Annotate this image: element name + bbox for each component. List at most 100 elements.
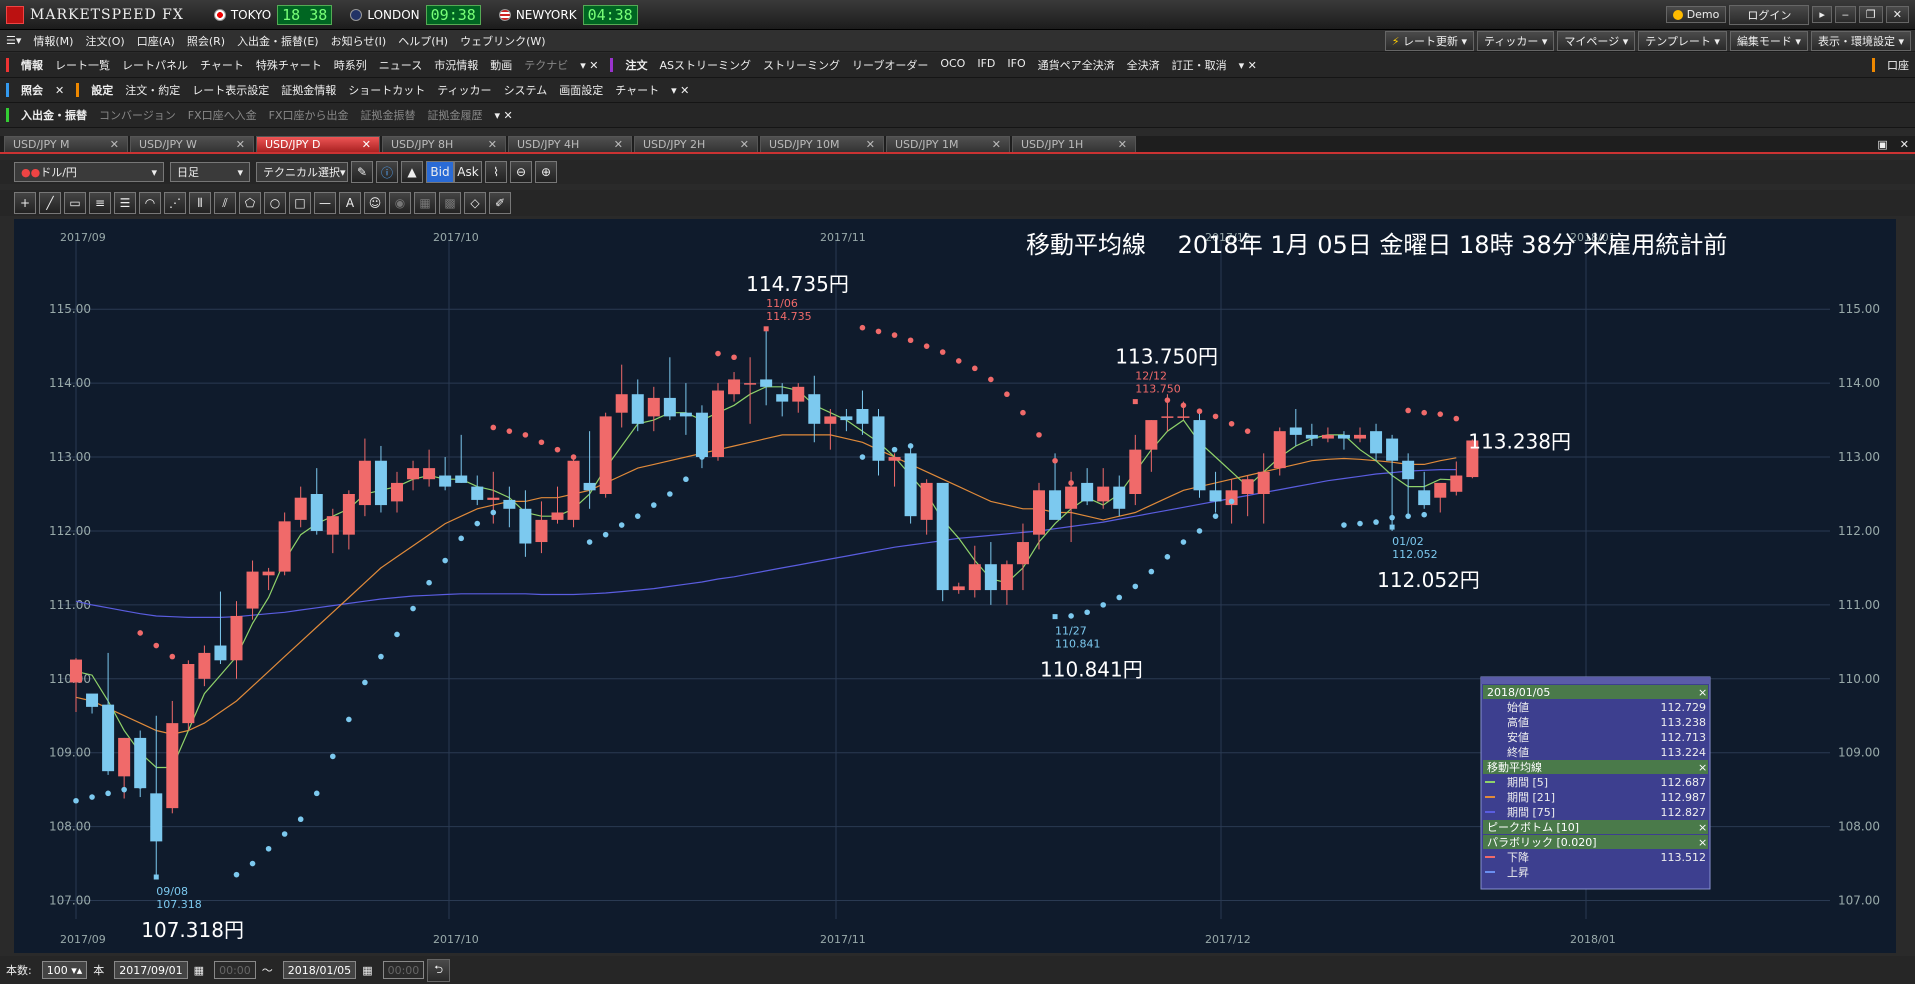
ruler-icon[interactable]: ▭	[64, 192, 86, 214]
tab-usd-jpy-1m[interactable]: USD/JPY 1M ✕	[886, 136, 1010, 152]
toolbar-item[interactable]: 通貨ペア全決済	[1032, 57, 1121, 73]
crosshair-icon[interactable]: +	[14, 192, 36, 214]
info-icon[interactable]: ⓘ	[376, 161, 398, 183]
zoom-in-icon[interactable]: ⊕	[535, 161, 557, 183]
group-inquiry[interactable]: 照会	[15, 82, 49, 98]
more-icon[interactable]: ✕	[49, 84, 70, 97]
area-chart-icon[interactable]: ▲	[401, 161, 423, 183]
rectangle-icon[interactable]: □	[289, 192, 311, 214]
icon-tool-icon[interactable]: ☺	[364, 192, 386, 214]
menu-help[interactable]: ヘルプ(H)	[392, 33, 454, 49]
toolbar-item[interactable]: チャート	[609, 82, 665, 98]
toolbar-item[interactable]: ストリーミング	[757, 57, 846, 73]
calendar-icon[interactable]: ▦	[356, 964, 378, 977]
close-chart-icon[interactable]: ✕	[1894, 138, 1915, 151]
pitchfork-icon[interactable]: ⫽	[214, 192, 236, 214]
date-from-input[interactable]: 2017/09/01	[114, 961, 188, 979]
menu-deposit[interactable]: 入出金・振替(E)	[231, 33, 325, 49]
trendline-icon[interactable]: ╱	[39, 192, 61, 214]
toolbar-item[interactable]: 全決済	[1121, 57, 1166, 73]
close-icon[interactable]: ×	[1698, 836, 1707, 849]
toolbar-item[interactable]: システム	[498, 82, 554, 98]
copy-icon[interactable]: ▦	[414, 192, 436, 214]
menu-list-icon[interactable]: ☰▾	[0, 34, 27, 47]
login-arrow-icon[interactable]: ▸	[1812, 6, 1832, 23]
tab-usd-jpy-2h[interactable]: USD/JPY 2H ✕	[634, 136, 758, 152]
tab-close-icon[interactable]: ✕	[236, 138, 245, 151]
count-select[interactable]: 100 ▾▴	[41, 961, 88, 979]
tab-close-icon[interactable]: ✕	[1118, 138, 1127, 151]
toolbar-item[interactable]: 証拠金情報	[275, 82, 342, 98]
tab-usd-jpy-m[interactable]: USD/JPY M ✕	[4, 136, 128, 152]
toolbar-item[interactable]: レート一覧	[49, 57, 116, 73]
toolbar-item[interactable]: リーブオーダー	[846, 57, 934, 73]
tab-usd-jpy-10m[interactable]: USD/JPY 10M ✕	[760, 136, 884, 152]
fan-icon[interactable]: ◠	[139, 192, 161, 214]
hlines-icon[interactable]: ≡	[89, 192, 111, 214]
toolbar-item[interactable]: 証拠金振替	[355, 107, 422, 123]
toolbar-item[interactable]: FX口座へ入金	[182, 107, 263, 123]
toolbar-item[interactable]: レート表示設定	[186, 82, 275, 98]
toolbar-item[interactable]: テクナビ	[518, 57, 574, 73]
tab-close-icon[interactable]: ✕	[866, 138, 875, 151]
close-icon[interactable]: ×	[1698, 686, 1707, 699]
toolbar-item[interactable]: 動画	[484, 57, 518, 73]
toolbar-item[interactable]: ニュース	[373, 57, 428, 73]
rate-update-button[interactable]: ⚡ レート更新 ▾	[1384, 30, 1475, 51]
toolbar-item[interactable]: 時系列	[328, 57, 373, 73]
tab-usd-jpy-w[interactable]: USD/JPY W ✕	[130, 136, 254, 152]
toolbar-item[interactable]: コンバージョン	[93, 107, 182, 123]
menu-inquiry[interactable]: 照会(R)	[181, 33, 231, 49]
toolbar-item[interactable]: ASストリーミング	[653, 57, 757, 73]
tab-close-icon[interactable]: ✕	[362, 138, 371, 151]
tab-usd-jpy-1h[interactable]: USD/JPY 1H ✕	[1012, 136, 1136, 152]
minimize-icon[interactable]: ‒	[1834, 6, 1856, 23]
tab-close-icon[interactable]: ✕	[740, 138, 749, 151]
login-button[interactable]: ログイン	[1729, 4, 1810, 25]
menu-info[interactable]: 情報(M)	[27, 33, 79, 49]
tab-usd-jpy-4h[interactable]: USD/JPY 4H ✕	[508, 136, 632, 152]
maximize-icon[interactable]: ▣	[1871, 138, 1893, 151]
demo-button[interactable]: Demo	[1665, 6, 1727, 23]
more-icon[interactable]: ▾ ✕	[1233, 59, 1263, 72]
account-button[interactable]: 口座	[1881, 57, 1915, 73]
date-to-input[interactable]: 2018/01/05	[282, 961, 357, 979]
paste-icon[interactable]: ▩	[439, 192, 461, 214]
toolbar-item[interactable]: ティッカー	[431, 82, 497, 98]
erase-all-icon[interactable]: ✐	[489, 192, 511, 214]
ticker-button[interactable]: ティッカー ▾	[1477, 30, 1555, 51]
hline-icon[interactable]: —	[314, 192, 336, 214]
calendar-icon[interactable]: ▦	[188, 964, 210, 977]
legend-drag-handle[interactable]	[1481, 677, 1710, 684]
tab-close-icon[interactable]: ✕	[614, 138, 623, 151]
more-icon[interactable]: ▾ ✕	[574, 59, 604, 72]
candlestick-chart[interactable]: 115.00 115.00 114.00 114.00 113.00 113.00 112.…	[14, 219, 1896, 953]
toolbar-item[interactable]: レートパネル	[116, 57, 194, 73]
menu-account[interactable]: 口座(A)	[131, 33, 181, 49]
interval-select[interactable]: 日足 ▾	[170, 162, 250, 182]
toolbar-item[interactable]: チャート	[194, 57, 250, 73]
restore-icon[interactable]: ❐	[1858, 6, 1883, 23]
gann-icon[interactable]: ⋰	[164, 192, 186, 214]
vlines-icon[interactable]: ⦀	[189, 192, 211, 214]
reload-icon[interactable]: ⮌	[427, 958, 451, 982]
toolbar-item[interactable]: 証拠金履歴	[422, 107, 489, 123]
chart-area[interactable]: 115.00 115.00 114.00 114.00 113.00 113.00 112.…	[14, 219, 1896, 953]
select-icon[interactable]: ◉	[389, 192, 411, 214]
tab-close-icon[interactable]: ✕	[110, 138, 119, 151]
tab-close-icon[interactable]: ✕	[992, 138, 1001, 151]
menu-weblink[interactable]: ウェブリンク(W)	[454, 33, 551, 49]
ask-button[interactable]: Ask	[454, 161, 482, 183]
pencil-icon[interactable]: ✎	[351, 161, 373, 183]
display-settings-button[interactable]: 表示・環境設定 ▾	[1810, 30, 1911, 51]
toolbar-item[interactable]: ショートカット	[342, 82, 431, 98]
toolbar-item[interactable]: 訂正・取消	[1166, 57, 1233, 73]
toolbar-item[interactable]: IFO	[1001, 57, 1031, 73]
polygon-icon[interactable]: ⬠	[239, 192, 261, 214]
toolbar-item[interactable]: IFD	[971, 57, 1001, 73]
tab-usd-jpy-d[interactable]: USD/JPY D ✕	[256, 136, 380, 152]
tab-usd-jpy-8h[interactable]: USD/JPY 8H ✕	[382, 136, 506, 152]
toolbar-item[interactable]: OCO	[934, 57, 971, 73]
template-button[interactable]: テンプレート ▾	[1638, 30, 1727, 51]
tab-close-icon[interactable]: ✕	[488, 138, 497, 151]
